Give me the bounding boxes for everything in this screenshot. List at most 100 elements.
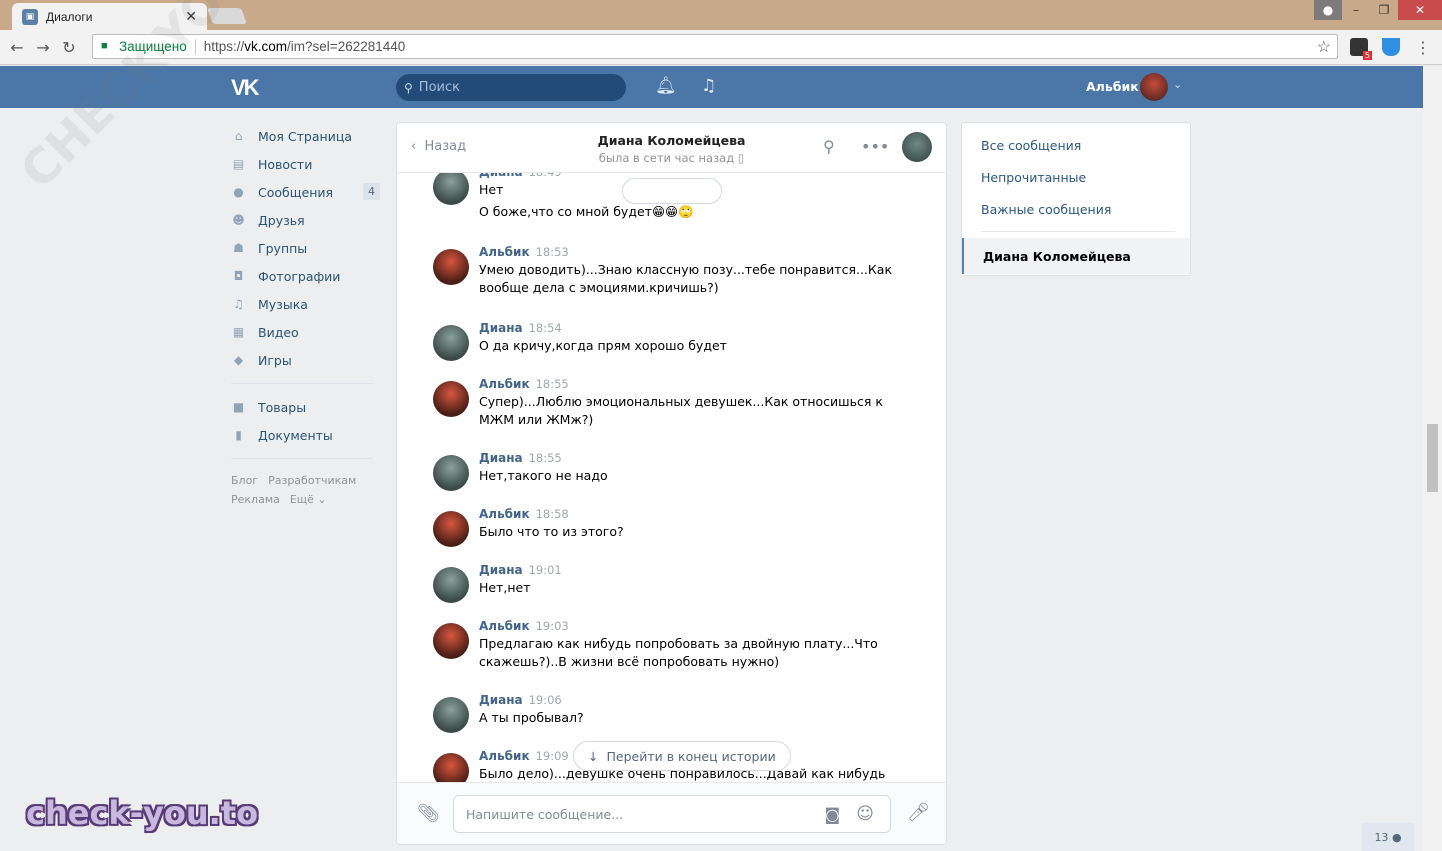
sidebar-item[interactable]: ◆ Игры bbox=[231, 346, 381, 374]
message-author[interactable]: Альбик bbox=[479, 245, 530, 259]
message-text: О да кричу,когда прям хорошо будет bbox=[479, 338, 727, 353]
message-text: О боже,что со мной будет😁😁🙄 bbox=[479, 204, 694, 219]
author-avatar[interactable] bbox=[433, 567, 469, 603]
shield-extension-icon[interactable] bbox=[1382, 38, 1400, 56]
author-avatar[interactable] bbox=[433, 753, 469, 784]
profile-icon[interactable]: ● bbox=[1314, 0, 1342, 20]
message-text: Супер)...Люблю эмоциональных девушек...К… bbox=[479, 394, 883, 427]
message-author[interactable]: Диана bbox=[479, 451, 523, 465]
forward-arrow-icon[interactable]: → bbox=[30, 38, 56, 57]
sidebar-item-label: Товары bbox=[258, 399, 307, 415]
message-list[interactable]: Альбик 19:09 Было дело)...девушке очень по… bbox=[397, 173, 946, 784]
author-avatar[interactable] bbox=[433, 511, 469, 547]
author-avatar[interactable] bbox=[433, 325, 469, 361]
active-conversation[interactable]: Диана Коломейцева bbox=[962, 238, 1190, 274]
filter-important[interactable]: Важные сообщения bbox=[962, 193, 1190, 225]
scroll-thumb[interactable] bbox=[1427, 424, 1438, 492]
message-input[interactable]: Напишите сообщение... ◙ ☺ bbox=[453, 795, 891, 833]
more-dots-icon[interactable]: ••• bbox=[861, 137, 889, 156]
author-avatar[interactable] bbox=[433, 381, 469, 417]
emoji-icon[interactable]: ☺ bbox=[856, 804, 874, 824]
user-avatar[interactable] bbox=[1140, 73, 1168, 101]
url-path: /im?sel=262281440 bbox=[287, 39, 406, 54]
message-author[interactable]: Альбик bbox=[479, 507, 530, 521]
sidebar-item[interactable]: ■ Товары bbox=[231, 393, 381, 421]
bell-icon[interactable]: 🔔︎ bbox=[655, 76, 677, 96]
vk-logo[interactable]: VK bbox=[231, 75, 260, 101]
message-time: 18:55 bbox=[528, 451, 562, 465]
sidebar-item[interactable]: ▮ Документы bbox=[231, 421, 381, 449]
message-author[interactable]: Альбик bbox=[479, 619, 530, 633]
author-avatar[interactable] bbox=[433, 455, 469, 491]
message-text: Нет,такого не надо bbox=[479, 468, 608, 483]
sidebar-item-label: Моя Страница bbox=[258, 128, 352, 144]
message-author[interactable]: Диана bbox=[479, 563, 523, 577]
message-author[interactable]: Диана bbox=[479, 173, 523, 179]
restore-button[interactable]: ❐ bbox=[1370, 0, 1398, 20]
photos-icon: ◘ bbox=[233, 269, 244, 283]
message-header: Альбик 18:58 bbox=[479, 507, 569, 521]
minimize-button[interactable]: – bbox=[1342, 0, 1370, 20]
browser-toolbar: ← → ↻ ■ Защищено https:// vk.com /im?sel… bbox=[0, 30, 1442, 65]
jump-to-end-button[interactable]: ↓ Перейти в конец истории bbox=[573, 741, 791, 771]
sidebar-item-label: Документы bbox=[258, 427, 333, 443]
back-arrow-icon[interactable]: ← bbox=[4, 38, 30, 57]
message-text: Умею доводить)...Знаю классную позу...те… bbox=[479, 262, 892, 295]
camera-icon[interactable]: ◙ bbox=[824, 805, 840, 824]
author-avatar[interactable] bbox=[433, 249, 469, 285]
sidebar-item[interactable]: ☻ Друзья bbox=[231, 206, 381, 234]
message-author[interactable]: Диана bbox=[479, 693, 523, 707]
bookmark-star-icon[interactable]: ☆ bbox=[1317, 37, 1331, 57]
message-text: Было что то из этого? bbox=[479, 524, 624, 539]
footer-link[interactable]: Разработчикам bbox=[268, 474, 356, 487]
footer-link[interactable]: Ещё ⌄ bbox=[290, 493, 327, 506]
sidebar-item[interactable]: ◘ Фотографии bbox=[231, 262, 381, 290]
search-input[interactable]: ⚲ Поиск bbox=[396, 74, 626, 101]
reload-icon[interactable]: ↻ bbox=[56, 38, 82, 57]
microphone-icon[interactable]: 🎤︎ bbox=[907, 802, 930, 823]
extension-icon[interactable]: 5 bbox=[1350, 38, 1372, 60]
online-friends-button[interactable]: 13 ● bbox=[1362, 823, 1414, 851]
message-time: 18:49 bbox=[529, 173, 562, 179]
sidebar-item[interactable]: ☗ Группы bbox=[231, 234, 381, 262]
extension-badge: 5 bbox=[1362, 51, 1372, 60]
composer: 📎︎ Напишите сообщение... ◙ ☺ 🎤︎ bbox=[397, 782, 946, 844]
menu-dots-icon[interactable]: ⋮ bbox=[1410, 38, 1436, 57]
footer-link[interactable]: Блог bbox=[231, 474, 258, 487]
search-icon[interactable]: ⚲ bbox=[823, 137, 835, 156]
message-author[interactable]: Альбик bbox=[479, 749, 530, 763]
page-scrollbar[interactable] bbox=[1423, 66, 1442, 851]
messages-icon: ● bbox=[233, 185, 244, 199]
filter-all-messages[interactable]: Все сообщения bbox=[962, 129, 1190, 161]
footer-link[interactable]: Реклама bbox=[231, 493, 280, 506]
message-time: 19:03 bbox=[535, 619, 569, 633]
message-text: Нет,нет bbox=[479, 580, 531, 595]
message-time: 19:06 bbox=[528, 693, 562, 707]
search-placeholder: Поиск bbox=[418, 80, 460, 95]
news-icon: ▤ bbox=[232, 157, 245, 171]
chevron-down-icon[interactable]: ⌄ bbox=[1173, 78, 1182, 91]
close-window-button[interactable]: ✕ bbox=[1398, 0, 1442, 20]
message-author[interactable]: Диана bbox=[479, 321, 523, 335]
author-avatar[interactable] bbox=[433, 173, 469, 205]
sidebar-item[interactable]: ♫ Музыка bbox=[231, 290, 381, 318]
author-avatar[interactable] bbox=[433, 697, 469, 733]
user-name[interactable]: Альбик bbox=[1086, 79, 1139, 94]
message-header: Диана 18:49 bbox=[479, 173, 562, 179]
sidebar-item[interactable]: ▤ Новости bbox=[231, 150, 381, 178]
address-bar[interactable]: ■ Защищено https:// vk.com /im?sel=26228… bbox=[92, 34, 1338, 59]
peer-avatar[interactable] bbox=[902, 132, 932, 162]
url-prefix: https:// bbox=[203, 39, 245, 54]
message-author[interactable]: Альбик bbox=[479, 377, 530, 391]
sidebar-item[interactable]: ▦ Видео bbox=[231, 318, 381, 346]
filter-unread[interactable]: Непрочитанные bbox=[962, 161, 1190, 193]
author-avatar[interactable] bbox=[433, 623, 469, 659]
sidebar-item[interactable]: ● Сообщения 4 bbox=[231, 178, 381, 206]
music-note-icon[interactable]: ♫ bbox=[701, 76, 716, 96]
paperclip-icon[interactable]: 📎︎ bbox=[417, 803, 440, 824]
message-time: 18:55 bbox=[535, 377, 569, 391]
sidebar-item-label: Игры bbox=[258, 352, 292, 368]
message-text: А ты пробывал? bbox=[479, 710, 584, 725]
message-time: 19:01 bbox=[528, 563, 562, 577]
sidebar-item[interactable]: ⌂ Моя Страница bbox=[231, 122, 381, 150]
